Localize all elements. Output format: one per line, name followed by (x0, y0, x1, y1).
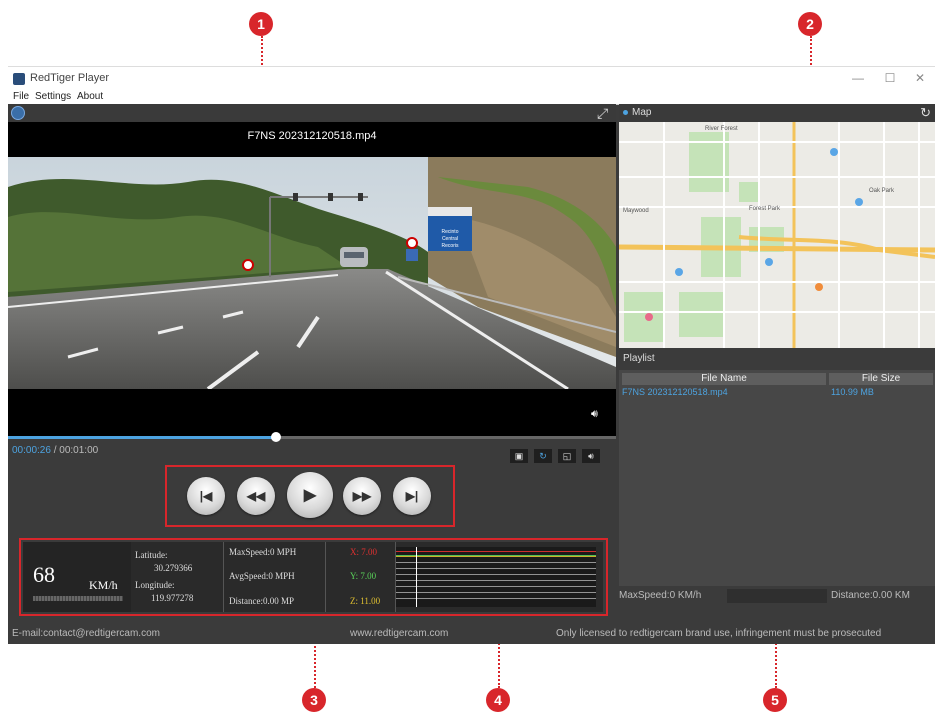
title-bar: RedTiger Player — ☐ ✕ (8, 66, 935, 91)
next-icon: ▶| (405, 489, 419, 503)
longitude-value: 119.977278 (151, 593, 194, 603)
video-viewport[interactable]: F7NS 202312120518.mp4 Recinto Central Re… (8, 122, 616, 436)
longitude-label: Longitude: (135, 580, 175, 590)
license-notice: Only licensed to redtigercam brand use, … (556, 628, 882, 639)
gridline (396, 586, 596, 587)
max-speed: MaxSpeed:0 MPH (229, 547, 297, 557)
video-frame: Recinto Central Recoris (8, 157, 616, 389)
fullscreen-icon[interactable]: ⤢ (597, 105, 608, 121)
rewind-button[interactable]: ◀◀ (237, 477, 275, 515)
video-toolbar: ⤢ (8, 104, 616, 122)
playlist-footer: MaxSpeed:0 KM/h Distance:0.00 KM (619, 587, 935, 605)
menu-file[interactable]: File (13, 91, 29, 102)
gridline (396, 574, 596, 575)
avg-speed: AvgSpeed:0 MPH (229, 571, 295, 581)
play-button[interactable]: ▶ (287, 472, 333, 518)
playlist-file-name: F7NS 202312120518.mp4 (622, 387, 728, 397)
refresh-icon[interactable]: ↻ (920, 105, 931, 121)
close-button[interactable]: ✕ (910, 71, 930, 85)
annotation-marker-5: 5 (763, 688, 787, 712)
menu-settings[interactable]: Settings (35, 91, 71, 102)
road-sign-text-3: Recoris (442, 243, 459, 249)
latitude-value: 30.279366 (154, 563, 193, 573)
loop-icon[interactable]: ↻ (534, 449, 552, 463)
map-place-label: Maywood (623, 208, 649, 214)
latitude-label: Latitude: (135, 550, 168, 560)
annotation-marker-2: 2 (798, 12, 822, 36)
map-header: Map ↻ (619, 104, 935, 122)
playlist-max-speed: MaxSpeed:0 KM/h (619, 590, 702, 601)
status-footer: E-mail:contact@redtigercam.com www.redti… (8, 626, 935, 642)
distance: Distance:0.00 MP (229, 596, 294, 606)
fast-forward-button[interactable]: ▶▶ (343, 477, 381, 515)
video-filename: F7NS 202312120518.mp4 (247, 130, 377, 142)
play-icon: ▶ (303, 487, 317, 504)
rewind-icon: ◀◀ (246, 489, 266, 503)
contact-email: E-mail:contact@redtigercam.com (12, 628, 160, 639)
telemetry-panel: 68 KM/h Latitude: 30.279366 Longitude: 1… (23, 542, 603, 612)
gridline (396, 592, 596, 593)
playlist-file-size: 110.99 MB (831, 387, 874, 397)
maximize-button[interactable]: ☐ (880, 71, 900, 85)
playlist-header: Playlist (619, 348, 935, 370)
window-title: RedTiger Player (30, 72, 110, 84)
zoom-icon[interactable]: ◱ (558, 449, 576, 463)
current-time: 00:00:26 (12, 445, 51, 456)
speed-gauge (33, 596, 123, 601)
gridline (396, 562, 596, 563)
total-time: 00:01:00 (59, 445, 99, 456)
map-place-label: Forest Park (749, 206, 781, 212)
annotation-marker-1: 1 (249, 12, 273, 36)
time-display: 00:00:26 / 00:01:00 (12, 445, 98, 456)
speed-box: 68 KM/h (23, 542, 131, 612)
menu-about[interactable]: About (77, 91, 103, 102)
column-file-size[interactable]: File Size (829, 373, 933, 385)
map-title: Map (632, 107, 652, 118)
gridline (396, 598, 596, 599)
map-dot-icon (623, 110, 628, 115)
volume-icon[interactable]: 🔊︎ (591, 408, 598, 421)
player-window: RedTiger Player — ☐ ✕ File Settings Abou… (8, 66, 935, 644)
gsensor-x: X: 7.00 (350, 547, 377, 557)
road-sign-text-1: Recinto (442, 229, 459, 235)
playlist-distance: Distance:0.00 KM (831, 590, 910, 601)
open-file-icon[interactable] (11, 106, 25, 120)
playlist: File Name File Size F7NS 202312120518.mp… (619, 370, 935, 586)
minimize-button[interactable]: — (848, 71, 868, 85)
graph-cursor (416, 547, 417, 607)
fast-forward-icon: ▶▶ (352, 489, 372, 503)
divider (223, 542, 224, 612)
seek-bar[interactable] (8, 432, 616, 442)
annotation-marker-3: 3 (302, 688, 326, 712)
menu-bar: File Settings About (8, 90, 935, 105)
gsensor-z: Z: 11.00 (350, 596, 381, 606)
gridline (396, 568, 596, 569)
column-file-name[interactable]: File Name (622, 373, 826, 385)
website-link[interactable]: www.redtigercam.com (350, 628, 448, 639)
map-place-label: River Forest (705, 126, 738, 132)
gridline (396, 580, 596, 581)
speed-value: 68 (33, 562, 55, 587)
map-view[interactable]: River Forest Oak Park Forest Park Maywoo… (619, 122, 935, 348)
speed-unit: KM/h (89, 578, 118, 592)
playlist-footer-spacer (727, 589, 827, 603)
volume-toggle-icon[interactable]: 🔊︎ (582, 449, 600, 463)
divider (325, 542, 326, 612)
seek-handle[interactable] (270, 432, 281, 442)
x-axis-line (396, 551, 596, 552)
previous-icon: |◀ (199, 489, 213, 503)
annotation-marker-4: 4 (486, 688, 510, 712)
seek-progress (8, 436, 276, 439)
gsensor-y: Y: 7.00 (350, 571, 377, 581)
map-graphic: River Forest Oak Park Forest Park Maywoo… (619, 122, 935, 348)
snapshot-icon[interactable]: ▣ (510, 449, 528, 463)
playlist-title: Playlist (623, 353, 655, 364)
next-button[interactable]: ▶| (393, 477, 431, 515)
z-axis-line (396, 556, 596, 557)
road-sign-text-2: Central (442, 236, 458, 242)
gsensor-graph (396, 547, 596, 607)
previous-button[interactable]: |◀ (187, 477, 225, 515)
map-place-label: Oak Park (869, 188, 895, 194)
app-icon (13, 73, 25, 85)
